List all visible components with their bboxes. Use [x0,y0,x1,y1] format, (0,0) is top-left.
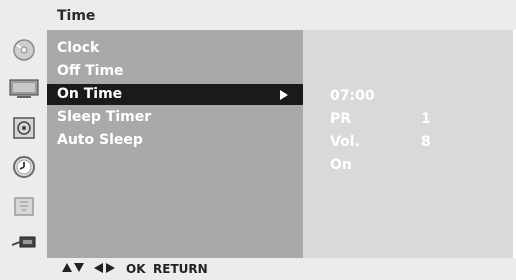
menu-item-off-time[interactable]: Off Time [57,61,124,82]
vol-value[interactable]: 8 [421,132,431,152]
time-menu-list: Clock Off Time On Time Sleep Timer Auto … [47,30,303,258]
return-hint: RETURN [153,262,208,276]
clock-icon[interactable] [6,151,42,183]
on-time-settings-panel: 07:00 PR 1 Vol. 8 On [303,30,513,258]
menu-item-clock[interactable]: Clock [57,38,99,59]
menu-item-auto-sleep[interactable]: Auto Sleep [57,130,143,151]
menu-item-label: On Time [57,86,123,102]
submenu-arrow-icon [280,90,288,100]
up-down-arrows-icon [62,263,84,272]
title-bar: Time [0,0,516,30]
pr-value[interactable]: 1 [421,109,431,129]
menu-item-on-time[interactable]: On Time [47,84,303,105]
menu-item-label: Sleep Timer [57,109,152,125]
menu-title: Time [57,8,96,24]
menu-item-label: Clock [57,40,100,56]
category-icon-column [0,30,47,258]
menu-item-label: Off Time [57,63,124,79]
on-time-value[interactable]: 07:00 [330,86,375,106]
tv-screen-icon[interactable] [6,73,42,105]
lock-icon[interactable] [6,190,42,222]
navigation-hint-bar: OK RETURN [0,258,516,280]
pr-label: PR [330,111,352,127]
left-right-arrows-icon [94,263,115,273]
menu-item-sleep-timer[interactable]: Sleep Timer [57,107,151,128]
speaker-icon[interactable] [6,112,42,144]
disc-icon[interactable] [6,34,42,66]
ok-hint: OK [126,262,146,276]
on-time-state[interactable]: On [330,155,352,175]
menu-item-label: Auto Sleep [57,132,143,148]
input-plug-icon[interactable] [6,226,42,258]
vol-label: Vol. [330,134,360,150]
